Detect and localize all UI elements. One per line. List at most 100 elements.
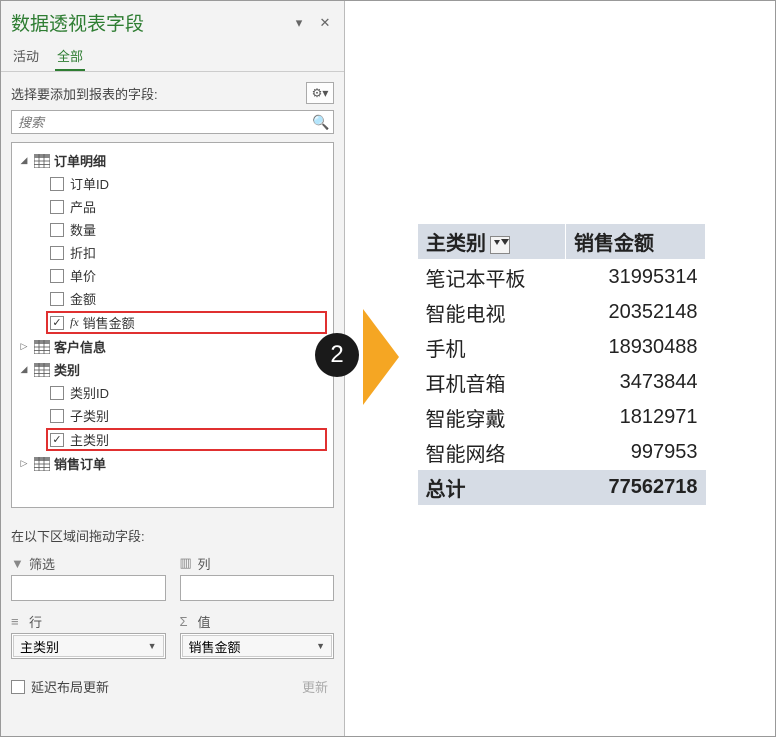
field-checkbox[interactable] [50, 433, 64, 447]
field-checkbox[interactable] [50, 246, 64, 260]
field-label: 产品 [70, 197, 96, 216]
field-item[interactable]: 类别ID [14, 381, 331, 404]
expander-icon[interactable]: ▷ [18, 341, 30, 352]
total-row: 总计77562718 [418, 470, 706, 505]
sort-button[interactable] [490, 236, 510, 254]
values-icon: Σ [180, 614, 194, 629]
table-row: 智能电视20352148 [418, 295, 706, 330]
drag-instruction: 在以下区域间拖动字段: [11, 526, 334, 545]
field-label: 订单ID [70, 174, 109, 193]
field-checkbox[interactable] [50, 409, 64, 423]
chevron-down-icon[interactable]: ▼ [148, 641, 157, 651]
field-checkbox[interactable] [50, 200, 64, 214]
rows-icon: ≡ [11, 614, 25, 629]
total-label: 总计 [418, 470, 566, 505]
pane-menu-button[interactable]: ▾ [290, 14, 308, 32]
columns-icon: ▥ [180, 555, 194, 571]
search-input[interactable] [12, 115, 309, 130]
values-item[interactable]: 销售金额▼ [182, 635, 333, 657]
tab-active[interactable]: 活动 [11, 42, 41, 71]
field-checkbox[interactable] [50, 177, 64, 191]
result-area: 2 主类别 销售金额 笔记本平板31995314智能电视20352148手机18… [345, 1, 775, 736]
tab-all[interactable]: 全部 [55, 42, 85, 71]
table-node[interactable]: ◢ 类别 [14, 358, 331, 381]
table-row: 智能网络997953 [418, 435, 706, 470]
pivot-value: 31995314 [566, 260, 706, 296]
pivot-category: 笔记本平板 [418, 260, 566, 296]
table-node[interactable]: ▷ 客户信息 [14, 335, 331, 358]
pivot-col1-header: 主类别 [426, 233, 486, 255]
table-row: 智能穿戴1812971 [418, 400, 706, 435]
pivot-value: 20352148 [566, 295, 706, 330]
field-item[interactable]: 单价 [14, 264, 331, 287]
rows-item[interactable]: 主类别▼ [13, 635, 164, 657]
field-checkbox[interactable] [50, 316, 64, 330]
table-icon [34, 457, 50, 471]
pivot-category: 智能电视 [418, 295, 566, 330]
instruction-text: 选择要添加到报表的字段: [11, 84, 306, 103]
field-label: 主类别 [70, 430, 109, 449]
step-badge: 2 [315, 333, 359, 377]
values-drop-zone[interactable]: 销售金额▼ [180, 633, 335, 659]
field-item[interactable]: 产品 [14, 195, 331, 218]
field-label: 单价 [70, 266, 96, 285]
pivot-value: 18930488 [566, 330, 706, 365]
field-label: 折扣 [70, 243, 96, 262]
expander-icon[interactable]: ◢ [18, 155, 30, 166]
values-zone-label: 值 [198, 612, 211, 631]
fx-icon: fx [70, 315, 79, 330]
filter-zone-label: 筛选 [29, 554, 55, 573]
filter-drop-zone[interactable] [11, 575, 166, 601]
field-tree[interactable]: ◢ 订单明细订单ID 产品数量折扣单价金额 fx 销售金额 ▷ 客户信息 ◢ 类别类别ID 子类别… [12, 143, 333, 507]
field-item[interactable]: 金额 [14, 287, 331, 310]
pivot-category: 智能穿戴 [418, 400, 566, 435]
table-icon [34, 340, 50, 354]
field-checkbox[interactable] [50, 386, 64, 400]
pivot-category: 手机 [418, 330, 566, 365]
expander-icon[interactable]: ◢ [18, 364, 30, 375]
field-checkbox[interactable] [50, 223, 64, 237]
pivot-field-pane: 数据透视表字段 ▾ ✕ 活动 全部 选择要添加到报表的字段: ⚙▾ 🔍 ◢ 订单明… [1, 1, 345, 736]
pivot-value: 3473844 [566, 365, 706, 400]
pivot-category: 耳机音箱 [418, 365, 566, 400]
field-item[interactable]: fx 销售金额 [46, 311, 327, 334]
rows-zone-label: 行 [29, 612, 42, 631]
close-icon[interactable]: ✕ [316, 14, 334, 32]
field-checkbox[interactable] [50, 292, 64, 306]
field-item[interactable]: 订单ID [14, 172, 331, 195]
table-row: 手机18930488 [418, 330, 706, 365]
table-row: 笔记本平板31995314 [418, 260, 706, 296]
pivot-value: 997953 [566, 435, 706, 470]
pivot-result-table: 主类别 销售金额 笔记本平板31995314智能电视20352148手机1893… [417, 223, 706, 505]
gear-icon[interactable]: ⚙▾ [306, 82, 334, 104]
field-item[interactable]: 折扣 [14, 241, 331, 264]
search-icon[interactable]: 🔍 [309, 114, 333, 131]
table-icon [34, 154, 50, 168]
field-label: 销售金额 [83, 313, 135, 332]
filter-icon: ▼ [11, 556, 25, 571]
update-button[interactable]: 更新 [296, 675, 334, 698]
chevron-down-icon[interactable]: ▼ [316, 641, 325, 651]
table-node[interactable]: ▷ 销售订单 [14, 452, 331, 475]
field-label: 金额 [70, 289, 96, 308]
table-row: 耳机音箱3473844 [418, 365, 706, 400]
pivot-value: 1812971 [566, 400, 706, 435]
rows-drop-zone[interactable]: 主类别▼ [11, 633, 166, 659]
field-checkbox[interactable] [50, 269, 64, 283]
expander-icon[interactable]: ▷ [18, 458, 30, 469]
table-node[interactable]: ◢ 订单明细 [14, 149, 331, 172]
defer-layout-checkbox[interactable] [11, 680, 25, 694]
columns-zone-label: 列 [198, 554, 211, 573]
field-item[interactable]: 数量 [14, 218, 331, 241]
field-label: 子类别 [70, 406, 109, 425]
pivot-category: 智能网络 [418, 435, 566, 470]
table-label: 类别 [54, 360, 80, 379]
field-item[interactable]: 主类别 [46, 428, 327, 451]
total-value: 77562718 [566, 470, 706, 505]
pane-title: 数据透视表字段 [11, 9, 282, 36]
field-item[interactable]: 子类别 [14, 404, 331, 427]
table-label: 销售订单 [54, 454, 106, 473]
table-label: 客户信息 [54, 337, 106, 356]
table-label: 订单明细 [54, 151, 106, 170]
columns-drop-zone[interactable] [180, 575, 335, 601]
